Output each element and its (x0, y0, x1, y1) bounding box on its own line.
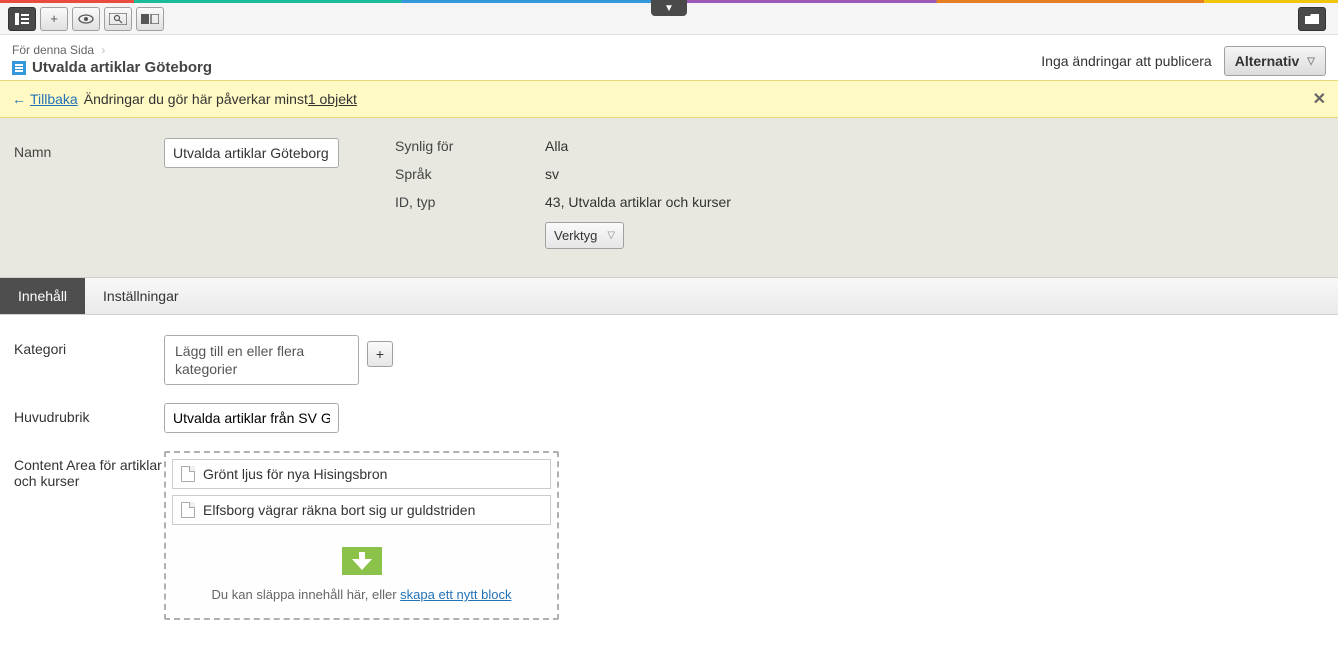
tree-panel-button[interactable] (8, 7, 36, 31)
headline-label: Huvudrubrik (14, 403, 164, 425)
searchbox-icon (109, 13, 127, 25)
id-type-value: 43, Utvalda artiklar och kurser (545, 194, 731, 210)
tabs: Innehåll Inställningar (0, 278, 1338, 315)
block-icon (12, 61, 26, 75)
back-link[interactable]: Tillbaka (30, 91, 78, 107)
plus-icon: + (50, 11, 58, 26)
tab-content[interactable]: Innehåll (0, 278, 85, 314)
visible-label: Synlig för (395, 138, 545, 154)
language-label: Språk (395, 166, 545, 182)
search-view-button[interactable] (104, 7, 132, 31)
file-icon (181, 466, 195, 482)
top-toolbar: ▼ + (0, 3, 1338, 35)
close-icon[interactable]: ✕ (1313, 89, 1326, 109)
category-input[interactable]: Lägg till en eller flera kategorier (164, 335, 359, 385)
create-block-link[interactable]: skapa ett nytt block (400, 587, 511, 602)
content-block-item[interactable]: Grönt ljus för nya Hisingsbron (172, 459, 551, 489)
compare-icon (141, 14, 159, 24)
content-form: Kategori Lägg till en eller flera katego… (0, 315, 1338, 658)
headline-input[interactable] (164, 403, 339, 433)
breadcrumb-parent[interactable]: För denna Sida (12, 43, 94, 57)
content-area-dropzone[interactable]: Grönt ljus för nya Hisingsbron Elfsborg … (164, 451, 559, 620)
drop-hint-text: Du kan släppa innehåll här, eller (212, 587, 401, 602)
notice-text: Ändringar du gör här påverkar minst (84, 91, 308, 107)
folder-icon (1305, 14, 1319, 24)
file-icon (181, 502, 195, 518)
content-item-title: Grönt ljus för nya Hisingsbron (203, 466, 387, 482)
visible-value: Alla (545, 138, 568, 154)
options-label: Alternativ (1235, 53, 1300, 69)
tools-label: Verktyg (554, 228, 597, 243)
contentarea-label: Content Area för artiklar och kurser (14, 451, 164, 489)
notice-banner: ← Tillbaka Ändringar du gör här påverkar… (0, 80, 1338, 118)
compare-button[interactable] (136, 7, 164, 31)
panel-pull-handle[interactable]: ▼ (651, 0, 687, 16)
id-type-label: ID, typ (395, 194, 545, 210)
content-item-title: Elfsborg vägrar räkna bort sig ur guldst… (203, 502, 475, 518)
drop-arrow-icon (342, 547, 382, 575)
options-button[interactable]: Alternativ ▽ (1224, 46, 1326, 76)
eye-icon (78, 14, 94, 24)
name-input[interactable] (164, 138, 339, 168)
tools-dropdown[interactable]: Verktyg ▽ (545, 222, 624, 249)
detail-panel: Namn Synlig för Alla Språk sv ID, typ 43… (0, 118, 1338, 278)
add-button[interactable]: + (40, 7, 68, 31)
chevron-right-icon: › (101, 43, 105, 57)
back-arrow-icon: ← (12, 91, 26, 107)
view-button[interactable] (72, 7, 100, 31)
page-title: Utvalda artiklar Göteborg (32, 59, 212, 76)
affected-objects-link[interactable]: 1 objekt (308, 91, 357, 107)
language-value: sv (545, 166, 559, 182)
content-block-item[interactable]: Elfsborg vägrar räkna bort sig ur guldst… (172, 495, 551, 525)
assets-panel-button[interactable] (1298, 7, 1326, 31)
category-label: Kategori (14, 335, 164, 357)
chevron-down-icon: ▽ (607, 230, 615, 241)
breadcrumb-bar: För denna Sida › Utvalda artiklar Götebo… (0, 35, 1338, 80)
tab-settings[interactable]: Inställningar (85, 278, 197, 314)
chevron-down-icon: ▽ (1307, 56, 1315, 67)
name-label: Namn (14, 138, 164, 160)
publish-status: Inga ändringar att publicera (1041, 53, 1211, 69)
add-category-button[interactable]: + (367, 341, 393, 367)
